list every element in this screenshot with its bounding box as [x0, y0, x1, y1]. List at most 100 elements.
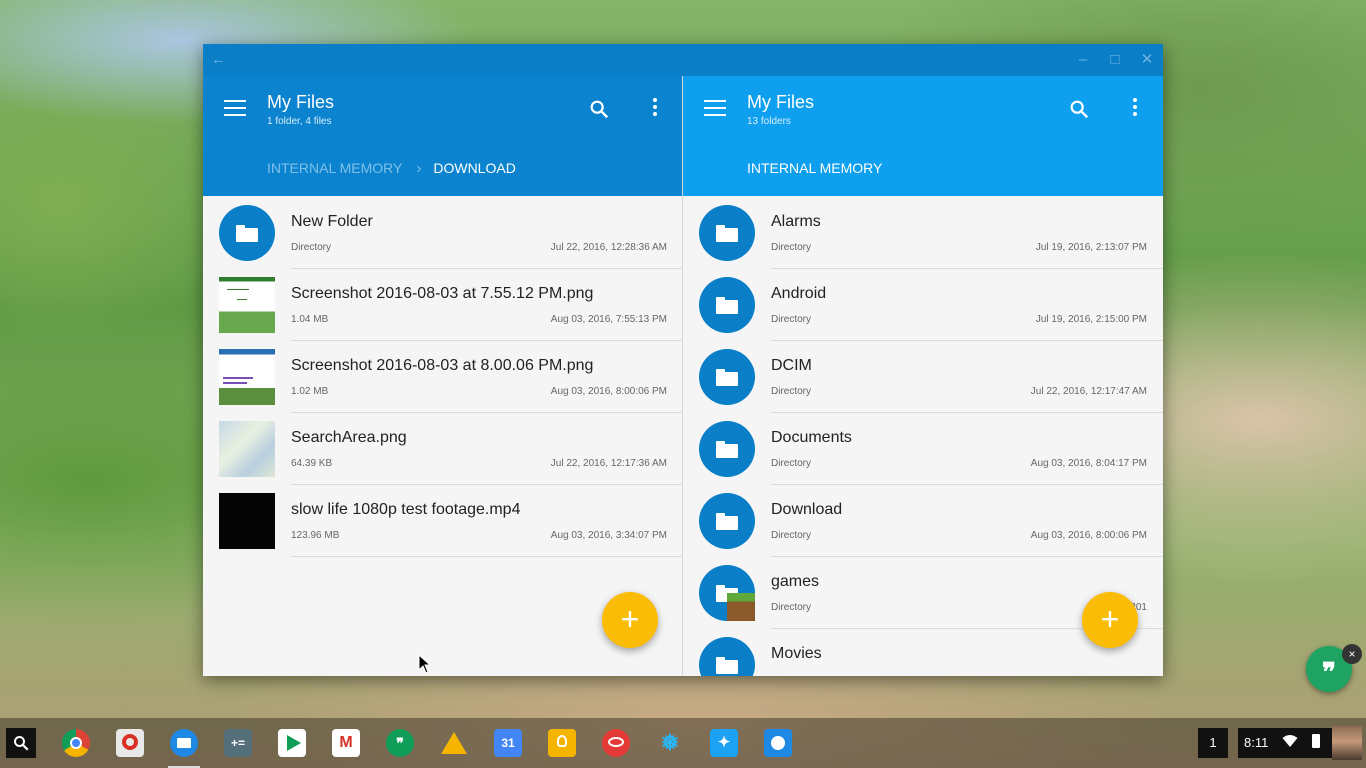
item-date: Aug 03, 2016, 7:55:13 PM: [550, 314, 667, 325]
item-date: Aug 03, 2016, 8:00:06 PM: [1030, 530, 1147, 541]
folder-icon: [219, 205, 275, 261]
item-meta: 64.39 KB: [291, 458, 333, 469]
clock: 8:11: [1244, 735, 1269, 750]
drive-icon[interactable]: [440, 729, 468, 757]
item-name: Screenshot 2016-08-03 at 7.55.12 PM.png: [291, 285, 594, 302]
list-item[interactable]: Alarms Directory Jul 19, 2016, 2:13:07 P…: [683, 197, 1163, 269]
item-date: Jul 22, 2016, 12:17:36 AM: [550, 458, 667, 469]
back-arrow-icon[interactable]: ←: [211, 51, 226, 68]
list-item[interactable]: Screenshot 2016-08-03 at 8.00.06 PM.png …: [203, 341, 683, 413]
calculator-icon[interactable]: +=: [224, 729, 252, 757]
photo-viewer-icon[interactable]: [764, 729, 792, 757]
left-pane: My Files 1 folder, 4 files INTERNAL MEMO…: [203, 76, 683, 676]
folder-icon: [699, 493, 755, 549]
minimize-icon[interactable]: –: [1073, 50, 1093, 70]
item-meta: Directory: [771, 386, 812, 397]
calendar-icon[interactable]: 31: [494, 729, 522, 757]
keep-icon[interactable]: [548, 729, 576, 757]
list-item[interactable]: SearchArea.png 64.39 KB Jul 22, 2016, 12…: [203, 413, 683, 485]
play-store-icon[interactable]: [278, 729, 306, 757]
pane-title: My Files: [267, 92, 334, 112]
item-meta: Directory: [291, 242, 332, 253]
window-titlebar[interactable]: ← – □ ✕: [203, 44, 1163, 76]
minecraft-block-icon: [727, 593, 755, 621]
folder-icon: [699, 349, 755, 405]
add-fab-button[interactable]: +: [602, 592, 658, 648]
acrobat-icon[interactable]: [602, 729, 630, 757]
breadcrumb-internal-memory[interactable]: INTERNAL MEMORY: [747, 160, 882, 176]
item-name: Download: [771, 501, 843, 518]
item-meta: Directory: [771, 530, 812, 541]
list-item[interactable]: DCIM Directory Jul 22, 2016, 12:17:47 AM: [683, 341, 1163, 413]
pane-title: My Files: [747, 92, 814, 112]
tweetdeck-butterfly-icon[interactable]: ❅: [656, 729, 684, 757]
image-thumbnail: [219, 349, 275, 405]
list-item[interactable]: Screenshot 2016-08-03 at 7.55.12 PM.png …: [203, 269, 683, 341]
left-app-bar: My Files 1 folder, 4 files INTERNAL MEMO…: [203, 76, 683, 196]
item-date: Jul 22, 2016, 12:28:36 AM: [550, 242, 667, 253]
files-icon[interactable]: [170, 729, 198, 757]
breadcrumb-internal-memory[interactable]: INTERNAL MEMORY: [267, 160, 402, 176]
folder-icon: [699, 637, 755, 676]
item-name: Documents: [771, 429, 852, 446]
close-icon[interactable]: ✕: [1137, 50, 1157, 70]
item-date: Aug 03, 2016, 8:04:17 PM: [1030, 458, 1147, 469]
breadcrumb: INTERNAL MEMORY › DOWNLOAD: [267, 160, 516, 177]
launcher-search-button[interactable]: [6, 728, 36, 758]
search-icon: [14, 736, 29, 751]
item-meta: Directory: [771, 314, 812, 325]
item-name: slow life 1080p test footage.mp4: [291, 501, 521, 518]
image-thumbnail: [219, 277, 275, 333]
map-thumbnail: [219, 421, 275, 477]
close-bubble-icon[interactable]: ×: [1342, 644, 1362, 664]
wifi-icon: [1282, 735, 1298, 747]
more-options-icon[interactable]: [651, 98, 659, 118]
item-meta: 123.96 MB: [291, 530, 340, 541]
chevron-right-icon: ›: [416, 160, 422, 177]
file-list: New Folder Directory Jul 22, 2016, 12:28…: [203, 197, 683, 557]
item-name: Alarms: [771, 213, 821, 230]
file-manager-window: ← – □ ✕ My Files 1 folder, 4 files INTER…: [203, 44, 1163, 676]
list-item[interactable]: Documents Directory Aug 03, 2016, 8:04:1…: [683, 413, 1163, 485]
remote-desktop-icon[interactable]: [116, 729, 144, 757]
item-meta: 1.04 MB: [291, 314, 329, 325]
hamburger-menu-icon[interactable]: [224, 100, 246, 116]
item-meta: Directory: [771, 242, 812, 253]
pane-subtitle: 1 folder, 4 files: [267, 116, 332, 127]
item-name: Screenshot 2016-08-03 at 8.00.06 PM.png: [291, 357, 594, 374]
search-icon[interactable]: [588, 98, 610, 120]
mouse-cursor-icon: [418, 654, 432, 674]
item-meta: Directory: [771, 602, 812, 613]
workspace-indicator[interactable]: 1: [1198, 728, 1228, 758]
list-item[interactable]: Android Directory Jul 19, 2016, 2:15:00 …: [683, 269, 1163, 341]
right-pane: My Files 13 folders INTERNAL MEMORY Alar…: [683, 76, 1163, 676]
item-name: Movies: [771, 645, 822, 662]
item-name: SearchArea.png: [291, 429, 407, 446]
hangouts-icon[interactable]: ❞: [386, 729, 414, 757]
maximize-icon[interactable]: □: [1105, 50, 1125, 70]
hamburger-menu-icon[interactable]: [704, 100, 726, 116]
add-fab-button[interactable]: +: [1082, 592, 1138, 648]
list-item[interactable]: slow life 1080p test footage.mp4 123.96 …: [203, 485, 683, 557]
item-name: Android: [771, 285, 827, 302]
right-app-bar: My Files 13 folders INTERNAL MEMORY: [683, 76, 1163, 196]
list-item[interactable]: Download Directory Aug 03, 2016, 8:00:06…: [683, 485, 1163, 557]
gmail-icon[interactable]: M: [332, 729, 360, 757]
folder-icon: [699, 421, 755, 477]
item-meta: Directory: [771, 458, 812, 469]
item-name: games: [771, 573, 820, 590]
breadcrumb-download[interactable]: DOWNLOAD: [433, 160, 515, 176]
user-avatar[interactable]: [1332, 726, 1362, 760]
search-icon[interactable]: [1068, 98, 1090, 120]
twitter-icon[interactable]: ✦: [710, 729, 738, 757]
breadcrumb: INTERNAL MEMORY: [747, 160, 882, 176]
folder-icon: [699, 205, 755, 261]
item-date: Jul 19, 2016, 2:15:00 PM: [1035, 314, 1147, 325]
item-date: Jul 22, 2016, 12:17:47 AM: [1030, 386, 1147, 397]
video-thumbnail: [219, 493, 275, 549]
more-options-icon[interactable]: [1131, 98, 1139, 118]
list-item[interactable]: New Folder Directory Jul 22, 2016, 12:28…: [203, 197, 683, 269]
chrome-icon[interactable]: [62, 729, 90, 757]
folder-icon: [699, 277, 755, 333]
item-meta: 1.02 MB: [291, 386, 329, 397]
